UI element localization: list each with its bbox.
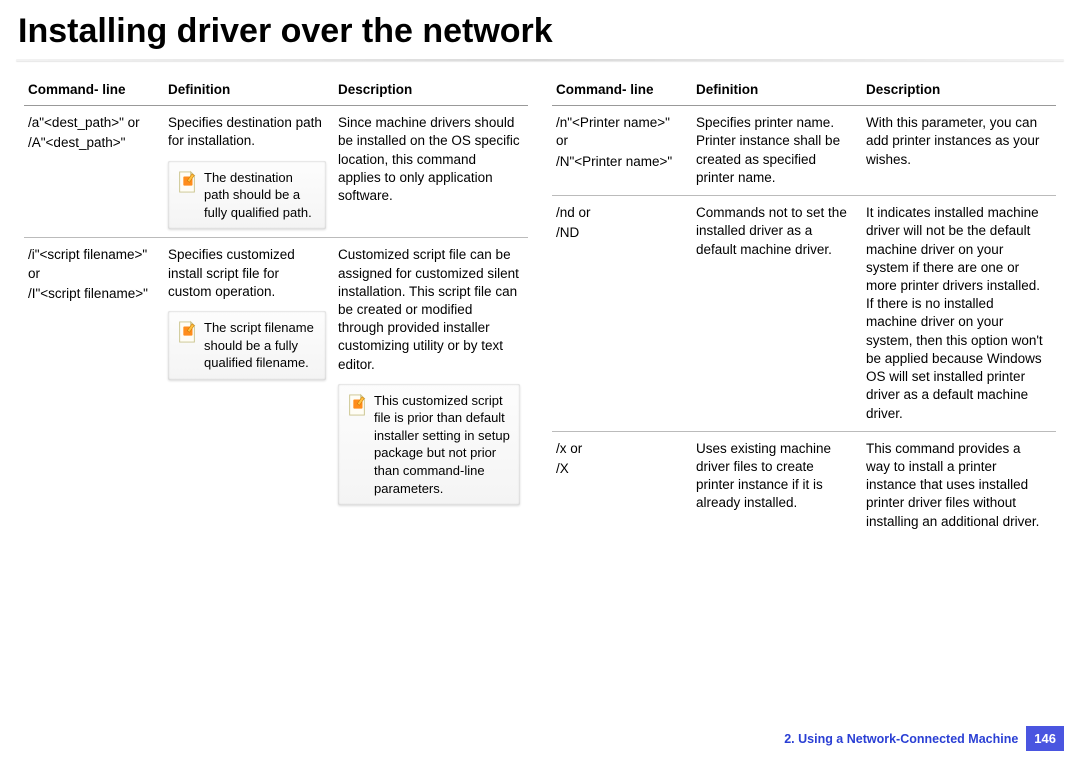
- desc-text: Since machine drivers should be installe…: [338, 114, 520, 205]
- table-row: /nd or /ND Commands not to set the insta…: [552, 196, 1056, 432]
- def-text: Specifies destination path for installat…: [168, 114, 326, 150]
- cmd-text: /ND: [556, 224, 684, 242]
- note-text: The destination path should be a fully q…: [204, 169, 318, 222]
- cmd-text: /n"<Printer name>" or: [556, 114, 684, 150]
- table-row: /a"<dest_path>" or /A"<dest_path>" Speci…: [24, 106, 528, 238]
- right-column: Command- line Definition Description /n"…: [552, 75, 1056, 539]
- col-header-desc: Description: [334, 75, 528, 106]
- cmd-cell: /i"<script filename>" or /I"<script file…: [24, 238, 164, 513]
- def-cell: Specifies customized install script file…: [164, 238, 334, 513]
- desc-cell: With this parameter, you can add printer…: [862, 106, 1056, 196]
- def-cell: Specifies destination path for installat…: [164, 106, 334, 238]
- table-row: /i"<script filename>" or /I"<script file…: [24, 238, 528, 513]
- cmd-cell: /a"<dest_path>" or /A"<dest_path>": [24, 106, 164, 238]
- cmd-text: /i"<script filename>" or: [28, 246, 156, 282]
- cmd-text: /a"<dest_path>" or: [28, 114, 156, 132]
- note-icon: [346, 392, 368, 418]
- note-box: This customized script file is prior tha…: [338, 384, 520, 505]
- note-text: This customized script file is prior tha…: [374, 392, 512, 497]
- footer-page-number: 146: [1026, 726, 1064, 751]
- page-footer: 2. Using a Network-Connected Machine 146: [784, 726, 1064, 751]
- cmd-text: /x or: [556, 440, 684, 458]
- content-columns: Command- line Definition Description /a"…: [0, 75, 1080, 539]
- col-header-def: Definition: [164, 75, 334, 106]
- note-text: The script filename should be a fully qu…: [204, 319, 318, 372]
- desc-cell: It indicates installed machine driver wi…: [862, 196, 1056, 432]
- left-table: Command- line Definition Description /a"…: [24, 75, 528, 513]
- desc-text: Customized script file can be assigned f…: [338, 246, 520, 374]
- col-header-desc: Description: [862, 75, 1056, 106]
- def-cell: Specifies printer name. Printer instance…: [692, 106, 862, 196]
- desc-cell: Since machine drivers should be installe…: [334, 106, 528, 238]
- right-table: Command- line Definition Description /n"…: [552, 75, 1056, 539]
- cmd-cell: /nd or /ND: [552, 196, 692, 432]
- cmd-text: /A"<dest_path>": [28, 134, 156, 152]
- title-rule: [16, 59, 1064, 61]
- cmd-cell: /x or /X: [552, 431, 692, 539]
- table-row: /x or /X Uses existing machine driver fi…: [552, 431, 1056, 539]
- def-cell: Commands not to set the installed driver…: [692, 196, 862, 432]
- note-icon: [176, 319, 198, 345]
- desc-cell: Customized script file can be assigned f…: [334, 238, 528, 513]
- page-title: Installing driver over the network: [0, 0, 1080, 59]
- note-box: The script filename should be a fully qu…: [168, 311, 326, 380]
- desc-cell: This command provides a way to install a…: [862, 431, 1056, 539]
- footer-chapter: 2. Using a Network-Connected Machine: [784, 732, 1018, 746]
- cmd-text: /X: [556, 460, 684, 478]
- col-header-def: Definition: [692, 75, 862, 106]
- left-column: Command- line Definition Description /a"…: [24, 75, 528, 539]
- col-header-cmd: Command- line: [552, 75, 692, 106]
- cmd-cell: /n"<Printer name>" or /N"<Printer name>": [552, 106, 692, 196]
- def-text: Specifies customized install script file…: [168, 246, 326, 301]
- col-header-cmd: Command- line: [24, 75, 164, 106]
- table-header-row: Command- line Definition Description: [552, 75, 1056, 106]
- cmd-text: /N"<Printer name>": [556, 153, 684, 171]
- table-header-row: Command- line Definition Description: [24, 75, 528, 106]
- note-box: The destination path should be a fully q…: [168, 161, 326, 230]
- table-row: /n"<Printer name>" or /N"<Printer name>"…: [552, 106, 1056, 196]
- note-icon: [176, 169, 198, 195]
- def-cell: Uses existing machine driver files to cr…: [692, 431, 862, 539]
- cmd-text: /I"<script filename>": [28, 285, 156, 303]
- cmd-text: /nd or: [556, 204, 684, 222]
